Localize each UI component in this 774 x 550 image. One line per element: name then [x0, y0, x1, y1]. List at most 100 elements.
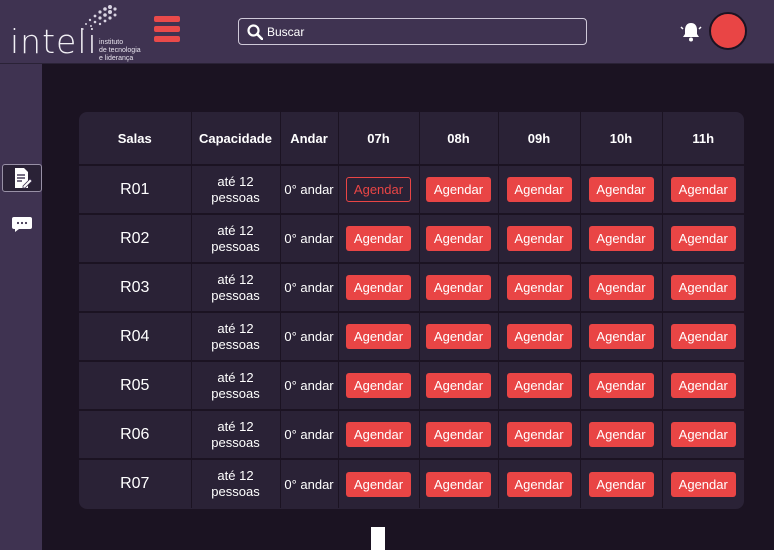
schedule-button[interactable]: Agendar	[346, 471, 411, 497]
time-slot-cell: Agendar	[662, 262, 744, 312]
schedule-button[interactable]: Agendar	[588, 422, 654, 447]
room-capacity: até 12 pessoas	[191, 262, 281, 312]
room-capacity: até 12 pessoas	[191, 213, 281, 263]
time-slot-cell: Agendar	[419, 360, 499, 410]
schedule-button[interactable]: Agendar	[670, 422, 736, 447]
logo-tagline-line: de tecnologia	[99, 47, 141, 54]
time-slot-cell: Agendar	[580, 458, 663, 508]
schedule-button[interactable]: Agendar	[670, 324, 736, 349]
top-bar: inteli instituto de tecnologia e lideran…	[0, 0, 774, 64]
schedule-button[interactable]: Agendar	[588, 226, 654, 251]
room-capacity: até 12 pessoas	[191, 164, 281, 214]
time-slot-cell: Agendar	[419, 311, 499, 361]
schedule-button[interactable]: Agendar	[506, 373, 572, 398]
room-floor: 0° andar	[280, 360, 339, 410]
schedule-button[interactable]: Agendar	[670, 177, 736, 202]
capacity-line: pessoas	[211, 189, 260, 205]
user-avatar[interactable]	[709, 12, 747, 50]
schedule-button[interactable]: Agendar	[506, 275, 572, 300]
column-header: Andar	[280, 112, 339, 165]
scrollbar-thumb[interactable]	[371, 527, 385, 550]
schedule-button[interactable]: Agendar	[506, 177, 572, 202]
capacity-line: até 12	[217, 222, 254, 238]
schedule-button[interactable]: Agendar	[506, 324, 572, 349]
schedule-button[interactable]: Agendar	[588, 275, 654, 300]
table-row: R06 até 12 pessoas 0° andar Agendar Agendar Ag…	[79, 409, 744, 459]
time-slot-cell: Agendar	[662, 213, 744, 263]
schedule-button[interactable]: Agendar	[670, 373, 736, 398]
room-name: R07	[79, 458, 192, 508]
capacity-line: pessoas	[211, 385, 260, 401]
time-slot-cell: Agendar	[498, 458, 581, 508]
schedule-button[interactable]: Agendar	[506, 422, 572, 447]
schedule-button[interactable]: Agendar	[588, 471, 654, 497]
time-slot-cell: Agendar	[662, 311, 744, 361]
schedule-button[interactable]: Agendar	[426, 275, 491, 300]
room-name: R01	[79, 164, 192, 214]
schedule-button[interactable]: Agendar	[426, 373, 491, 398]
time-slot-cell: Agendar	[338, 311, 420, 361]
schedule-button[interactable]: Agendar	[346, 373, 411, 398]
schedule-button[interactable]: Agendar	[426, 324, 491, 349]
schedule-button[interactable]: Agendar	[506, 471, 572, 497]
schedule-button[interactable]: Agendar	[346, 422, 411, 447]
capacity-line: até 12	[217, 369, 254, 385]
time-slot-cell: Agendar	[580, 213, 663, 263]
schedule-button[interactable]: Agendar	[588, 177, 654, 202]
room-name: R04	[79, 311, 192, 361]
room-capacity: até 12 pessoas	[191, 409, 281, 459]
search-input[interactable]	[267, 24, 567, 39]
search-bar[interactable]	[238, 18, 587, 45]
schedule-button[interactable]: Agendar	[426, 177, 491, 202]
schedule-button[interactable]: Agendar	[588, 373, 654, 398]
time-slot-cell: Agendar	[338, 409, 420, 459]
table-row: R05 até 12 pessoas 0° andar Agendar Agendar Ag…	[79, 360, 744, 410]
hamburger-icon[interactable]	[154, 16, 182, 46]
schedule-button[interactable]: Agendar	[346, 275, 411, 300]
column-header: 11h	[692, 130, 715, 146]
room-floor: 0° andar	[280, 213, 339, 263]
room-capacity: até 12 pessoas	[191, 458, 281, 508]
table-header-row: Salas Capacidade Andar 07h 08h 09h 10h 11h	[79, 112, 744, 165]
time-slot-cell: Agendar	[338, 262, 420, 312]
room-floor: 0° andar	[280, 311, 339, 361]
schedule-button[interactable]: Agendar	[670, 226, 736, 251]
schedule-button[interactable]: Agendar	[426, 226, 491, 251]
capacity-line: até 12	[217, 468, 254, 483]
schedule-button[interactable]: Agendar	[346, 177, 411, 202]
schedule-button[interactable]: Agendar	[426, 471, 491, 497]
column-header: 08h	[419, 112, 499, 165]
time-slot-cell: Agendar	[498, 311, 581, 361]
time-slot-cell: Agendar	[419, 409, 499, 459]
time-slot-cell: Agendar	[662, 458, 744, 508]
column-header: Capacidade	[191, 112, 281, 165]
schedule-button[interactable]: Agendar	[506, 226, 572, 251]
schedule-button[interactable]: Agendar	[346, 226, 411, 251]
schedule-button[interactable]: Agendar	[670, 471, 736, 497]
column-header: Salas	[79, 112, 192, 165]
time-slot-cell: Agendar	[498, 164, 581, 214]
time-slot-cell: Agendar	[419, 213, 499, 263]
table-row: R04 até 12 pessoas 0° andar Agendar Agendar Ag…	[79, 311, 744, 361]
sidebar-item-messages[interactable]	[2, 210, 42, 238]
logo-wordmark: inteli	[10, 22, 98, 61]
room-floor: 0° andar	[280, 262, 339, 312]
schedule-button[interactable]: Agendar	[670, 275, 736, 300]
capacity-line: até 12	[217, 271, 254, 287]
room-capacity: até 12 pessoas	[191, 311, 281, 361]
capacity-line: pessoas	[211, 434, 260, 450]
room-name: R03	[79, 262, 192, 312]
time-slot-cell: Agendar	[580, 262, 663, 312]
schedule-button[interactable]: Agendar	[588, 324, 654, 349]
time-slot-cell: Agendar	[580, 164, 663, 214]
time-slot-cell: Agendar	[498, 213, 581, 263]
schedule-button[interactable]: Agendar	[346, 324, 411, 349]
bell-icon[interactable]	[680, 21, 702, 43]
room-floor: 0° andar	[280, 458, 339, 508]
room-name: R06	[79, 409, 192, 459]
schedule-button[interactable]: Agendar	[426, 422, 491, 447]
capacity-line: até 12	[217, 320, 254, 336]
table-row: R02 até 12 pessoas 0° andar Agendar Agendar Ag…	[79, 213, 744, 263]
sidebar-item-schedule[interactable]	[2, 164, 42, 192]
inteli-logo[interactable]: inteli instituto de tecnologia e lideran…	[8, 4, 158, 62]
